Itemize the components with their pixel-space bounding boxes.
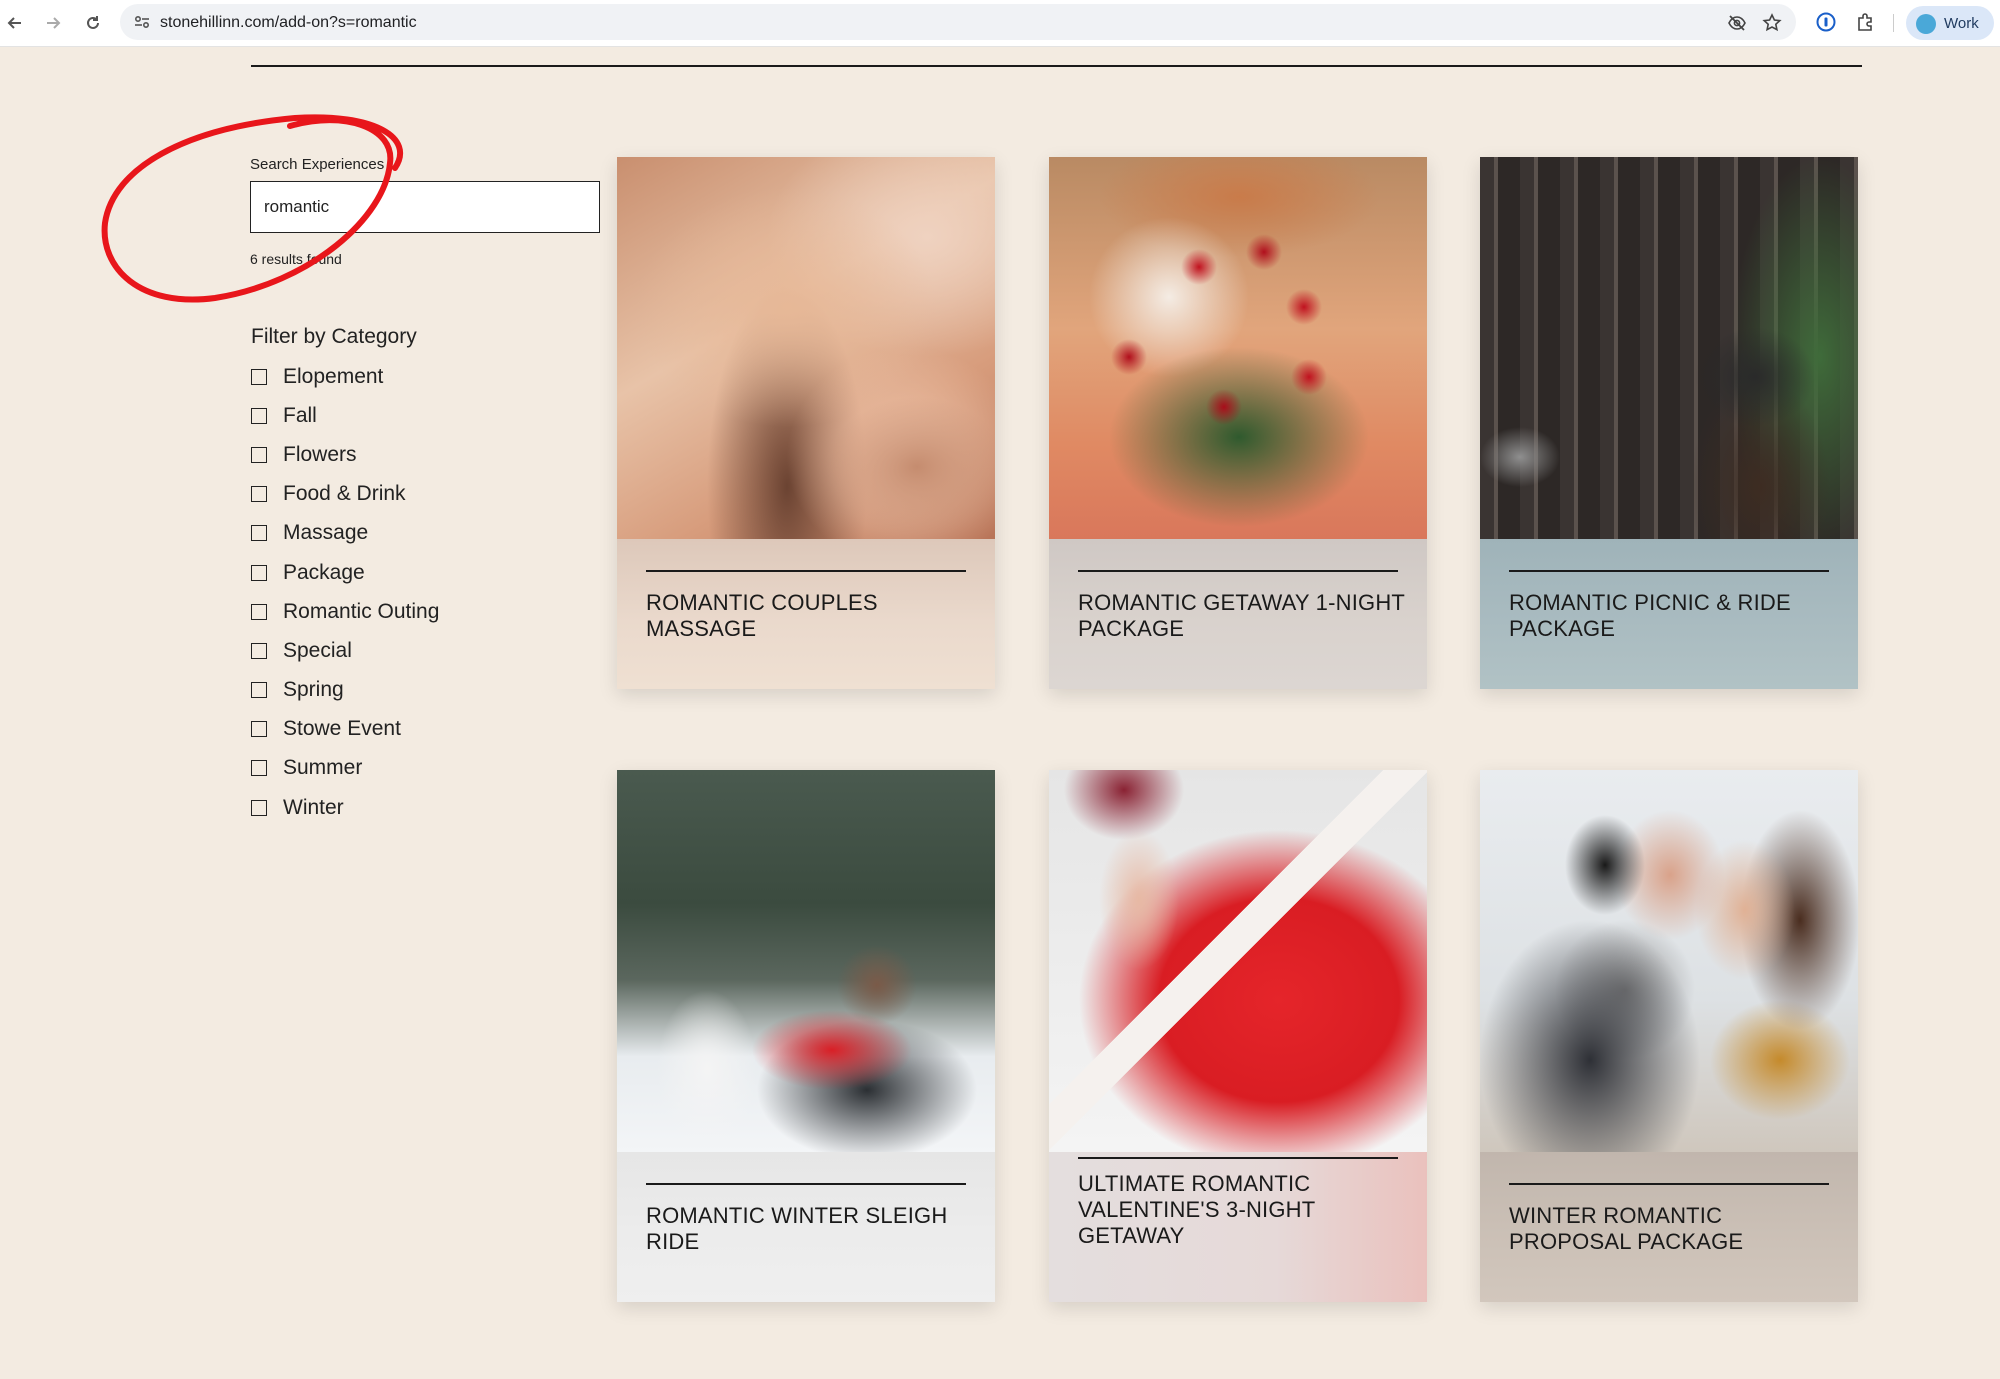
filter-item-massage[interactable]: Massage — [251, 514, 439, 553]
search-label: Search Experiences — [250, 156, 385, 173]
card-title[interactable]: ROMANTIC WINTER SLEIGH RIDE — [646, 1203, 976, 1255]
category-filter-list: Elopement Fall Flowers Food & Drink Mass… — [251, 357, 439, 827]
filter-label: Elopement — [283, 364, 384, 388]
profile-label: Work — [1944, 15, 1979, 32]
card-divider — [1509, 570, 1829, 572]
filter-label: Food & Drink — [283, 482, 406, 506]
filter-label: Flowers — [283, 442, 357, 466]
card-caption: ROMANTIC GETAWAY 1-NIGHT PACKAGE — [1049, 539, 1427, 689]
card-caption: ULTIMATE ROMANTIC VALENTINE'S 3-NIGHT GE… — [1049, 1152, 1427, 1302]
filter-label: Fall — [283, 403, 317, 427]
filter-item-romantic-outing[interactable]: Romantic Outing — [251, 592, 439, 631]
checkbox[interactable] — [251, 760, 267, 777]
filter-label: Massage — [283, 521, 369, 545]
card-divider — [1509, 1183, 1829, 1185]
profile-avatar-icon — [1916, 14, 1936, 34]
checkbox[interactable] — [251, 603, 267, 620]
filter-label: Romantic Outing — [283, 599, 440, 623]
filter-label: Spring — [283, 678, 344, 702]
checkbox[interactable] — [251, 368, 267, 385]
card-title[interactable]: ULTIMATE ROMANTIC VALENTINE'S 3-NIGHT GE… — [1078, 1171, 1408, 1249]
browser-toolbar: stonehillinn.com/add-on?s=romantic Work — [0, 0, 2000, 47]
filter-item-elopement[interactable]: Elopement — [251, 357, 439, 396]
experience-card[interactable]: WINTER ROMANTIC PROPOSAL PACKAGE — [1480, 770, 1858, 1302]
checkbox[interactable] — [251, 564, 267, 581]
filter-item-package[interactable]: Package — [251, 553, 439, 592]
results-count: 6 results found — [250, 251, 342, 267]
filter-label: Stowe Event — [283, 717, 401, 741]
checkbox[interactable] — [251, 682, 267, 699]
card-image[interactable] — [1049, 157, 1427, 539]
filter-label: Special — [283, 638, 352, 662]
site-settings-icon[interactable] — [132, 12, 152, 32]
bookmark-star-icon[interactable] — [1761, 12, 1783, 34]
search-input[interactable] — [250, 181, 600, 233]
filter-label: Summer — [283, 756, 363, 780]
card-caption: ROMANTIC PICNIC & RIDE PACKAGE — [1480, 539, 1858, 689]
experience-card[interactable]: ULTIMATE ROMANTIC VALENTINE'S 3-NIGHT GE… — [1049, 770, 1427, 1302]
checkbox[interactable] — [251, 525, 267, 542]
card-image[interactable] — [1480, 157, 1858, 539]
filter-title: Filter by Category — [251, 325, 417, 348]
card-image[interactable] — [617, 770, 995, 1152]
checkbox[interactable] — [251, 446, 267, 463]
card-title[interactable]: ROMANTIC PICNIC & RIDE PACKAGE — [1509, 590, 1839, 642]
checkbox[interactable] — [251, 642, 267, 659]
experience-card[interactable]: ROMANTIC PICNIC & RIDE PACKAGE — [1480, 157, 1858, 689]
checkbox[interactable] — [251, 486, 267, 503]
card-image[interactable] — [1480, 770, 1858, 1152]
profile-chip[interactable]: Work — [1906, 6, 1994, 40]
password-manager-icon[interactable] — [1815, 11, 1837, 33]
card-caption: ROMANTIC COUPLES MASSAGE — [617, 539, 995, 689]
card-title[interactable]: WINTER ROMANTIC PROPOSAL PACKAGE — [1509, 1203, 1839, 1255]
checkbox[interactable] — [251, 721, 267, 738]
card-caption: WINTER ROMANTIC PROPOSAL PACKAGE — [1480, 1152, 1858, 1302]
filter-item-winter[interactable]: Winter — [251, 788, 439, 827]
card-divider — [1078, 1157, 1398, 1159]
card-image[interactable] — [617, 157, 995, 539]
filter-label: Winter — [283, 795, 344, 819]
filter-item-stowe-event[interactable]: Stowe Event — [251, 710, 439, 749]
toolbar-divider — [1893, 14, 1894, 32]
experience-card[interactable]: ROMANTIC COUPLES MASSAGE — [617, 157, 995, 689]
eye-off-icon[interactable] — [1726, 12, 1748, 34]
filter-item-summer[interactable]: Summer — [251, 749, 439, 788]
checkbox[interactable] — [251, 799, 267, 816]
address-bar[interactable]: stonehillinn.com/add-on?s=romantic — [120, 4, 1796, 40]
card-caption: ROMANTIC WINTER SLEIGH RIDE — [617, 1152, 995, 1302]
card-title[interactable]: ROMANTIC GETAWAY 1-NIGHT PACKAGE — [1078, 590, 1408, 642]
filter-item-special[interactable]: Special — [251, 631, 439, 670]
card-divider — [1078, 570, 1398, 572]
forward-arrow-icon[interactable] — [38, 8, 68, 38]
extensions-puzzle-icon[interactable] — [1854, 11, 1876, 33]
url-text[interactable]: stonehillinn.com/add-on?s=romantic — [160, 14, 417, 32]
card-divider — [646, 1183, 966, 1185]
filter-item-spring[interactable]: Spring — [251, 671, 439, 710]
card-image[interactable] — [1049, 770, 1427, 1152]
card-divider — [646, 570, 966, 572]
checkbox[interactable] — [251, 407, 267, 424]
experience-card[interactable]: ROMANTIC WINTER SLEIGH RIDE — [617, 770, 995, 1302]
filter-label: Package — [283, 560, 365, 584]
header-divider — [251, 65, 1862, 67]
filter-item-food-drink[interactable]: Food & Drink — [251, 475, 439, 514]
back-arrow-icon[interactable] — [0, 8, 30, 38]
filter-item-flowers[interactable]: Flowers — [251, 435, 439, 474]
experience-card[interactable]: ROMANTIC GETAWAY 1-NIGHT PACKAGE — [1049, 157, 1427, 689]
reload-icon[interactable] — [78, 8, 108, 38]
filter-item-fall[interactable]: Fall — [251, 396, 439, 435]
card-title[interactable]: ROMANTIC COUPLES MASSAGE — [646, 590, 976, 642]
